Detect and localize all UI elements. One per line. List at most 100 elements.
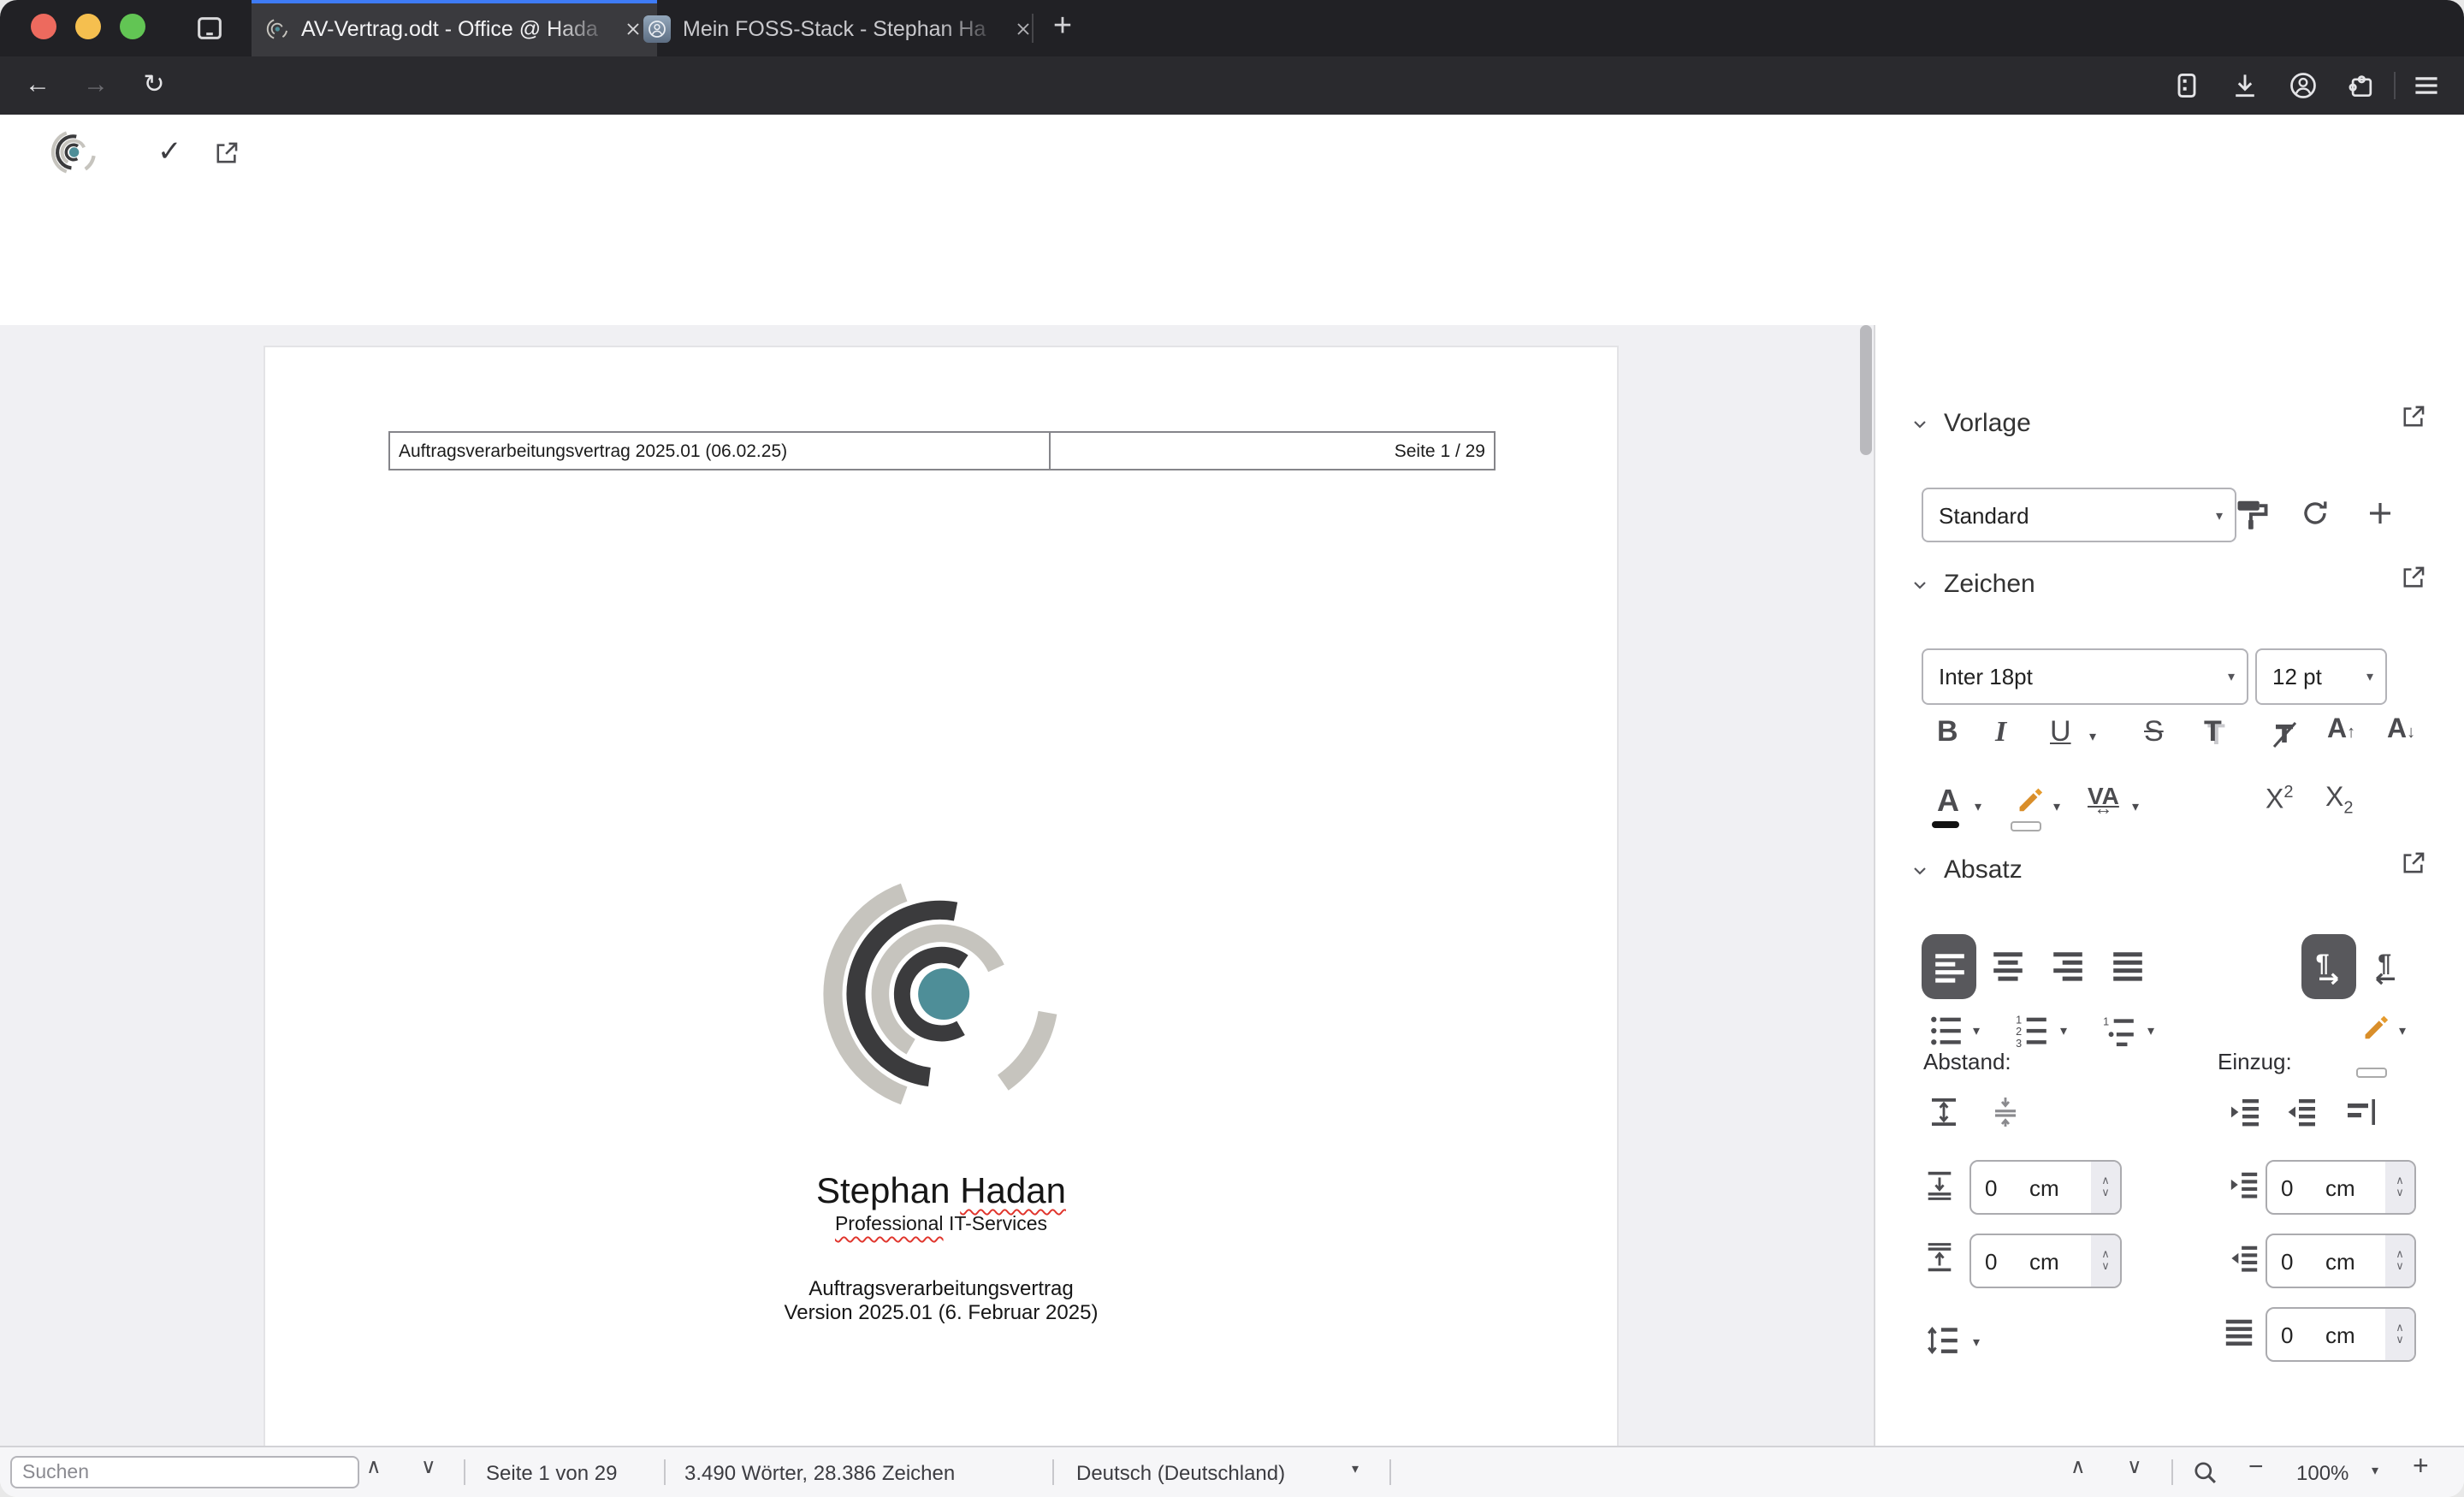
- sidebar-paragraph-rtl-button[interactable]: [2366, 948, 2404, 985]
- increase-spacing-button[interactable]: [1927, 1095, 1961, 1129]
- line-spacing-caret[interactable]: ▾: [1973, 1334, 1980, 1350]
- sidebar-subscript-button[interactable]: X2: [2325, 784, 2353, 818]
- language-caret[interactable]: ▾: [1352, 1461, 1359, 1476]
- paragraph-style-combobox[interactable]: Standard ▾: [1922, 488, 2236, 542]
- sidebar-align-right-button[interactable]: [2050, 948, 2086, 984]
- sidebar-numbered-list-button[interactable]: [2014, 1013, 2050, 1049]
- step-up[interactable]: ∧: [2396, 1249, 2404, 1261]
- back-button[interactable]: ←: [17, 65, 58, 106]
- browser-tab-active[interactable]: AV-Vertrag.odt - Office @ Hada: [252, 0, 657, 56]
- tab-overview-button[interactable]: [193, 12, 226, 44]
- account-button[interactable]: [2283, 65, 2324, 106]
- document-search-input[interactable]: [10, 1456, 359, 1488]
- spacing-caret[interactable]: ▾: [2132, 799, 2139, 814]
- outline-list-caret[interactable]: ▾: [2147, 1023, 2154, 1038]
- zoom-reset-button[interactable]: [2190, 1458, 2219, 1487]
- extensions-button[interactable]: [2341, 65, 2382, 106]
- highlight-caret[interactable]: ▾: [2053, 799, 2060, 814]
- sidebar-bullet-list-button[interactable]: [1928, 1013, 1964, 1049]
- search-previous-button[interactable]: ∧: [366, 1454, 382, 1478]
- zoom-level[interactable]: 100%: [2296, 1461, 2348, 1485]
- zeichen-detach-button[interactable]: [2399, 563, 2428, 592]
- zoom-out-button[interactable]: −: [2248, 1453, 2264, 1482]
- sidebar-line-spacing-button[interactable]: [1925, 1322, 1961, 1358]
- previous-page-button[interactable]: ∧: [2070, 1454, 2086, 1478]
- save-status-button[interactable]: ✓: [157, 135, 182, 169]
- step-down[interactable]: ∨: [2396, 1334, 2404, 1346]
- zoom-caret[interactable]: ▾: [2372, 1463, 2378, 1478]
- spin-stepper[interactable]: ∧ ∨: [2091, 1162, 2120, 1213]
- spin-stepper[interactable]: ∧ ∨: [2385, 1309, 2414, 1360]
- word-count-status[interactable]: 3.490 Wörter, 28.386 Zeichen: [684, 1461, 955, 1485]
- indent-before-spinbox[interactable]: 0 cm ∧ ∨: [2266, 1160, 2416, 1215]
- paragraph-background-caret[interactable]: ▾: [2399, 1023, 2406, 1038]
- absatz-detach-button[interactable]: [2399, 849, 2428, 878]
- sp-value[interactable]: 0: [2267, 1248, 2325, 1274]
- paragraph-background-button[interactable]: [2358, 1009, 2390, 1042]
- sidebar-clear-format-button[interactable]: [2267, 717, 2301, 751]
- underline-caret[interactable]: ▾: [2089, 729, 2096, 744]
- document-page[interactable]: Auftragsverarbeitungsvertrag 2025.01 (06…: [265, 347, 1617, 1446]
- sp-value[interactable]: 0: [1971, 1175, 2029, 1200]
- forward-button[interactable]: →: [75, 65, 116, 106]
- spin-stepper[interactable]: ∧ ∨: [2385, 1235, 2414, 1287]
- step-down[interactable]: ∨: [2101, 1261, 2110, 1273]
- window-zoom-button[interactable]: [120, 14, 145, 39]
- page-status[interactable]: Seite 1 von 29: [486, 1461, 617, 1485]
- indent-after-spinbox[interactable]: 0 cm ∧ ∨: [2266, 1234, 2416, 1288]
- container-panel-button[interactable]: [2166, 65, 2207, 106]
- section-zeichen-header[interactable]: Zeichen: [1910, 570, 2035, 599]
- sidebar-font-size-combobox[interactable]: 12 pt ▾: [2255, 648, 2387, 705]
- sidebar-spacing-button[interactable]: VA ↔: [2088, 782, 2119, 819]
- sidebar-shadow-button[interactable]: T: [2204, 715, 2222, 749]
- sidebar-increase-indent-button[interactable]: [2228, 1095, 2262, 1129]
- sp-value[interactable]: 0: [2267, 1322, 2325, 1347]
- tab-close-button[interactable]: [1013, 18, 1034, 38]
- section-absatz-header[interactable]: Absatz: [1910, 855, 2023, 885]
- step-up[interactable]: ∧: [2396, 1322, 2404, 1334]
- spacing-below-spinbox[interactable]: 0 cm ∧ ∨: [1969, 1234, 2122, 1288]
- first-line-indent-spinbox[interactable]: 0 cm ∧ ∨: [2266, 1307, 2416, 1362]
- spin-stepper[interactable]: ∧ ∨: [2091, 1235, 2120, 1287]
- reload-button[interactable]: ↻: [133, 65, 175, 106]
- spin-stepper[interactable]: ∧ ∨: [2385, 1162, 2414, 1213]
- sidebar-paragraph-ltr-button-active[interactable]: [2301, 934, 2356, 999]
- sidebar-justify-button[interactable]: [2110, 948, 2146, 984]
- sidebar-decrease-indent-button[interactable]: [2284, 1095, 2319, 1129]
- sidebar-underline-button[interactable]: U: [2050, 715, 2071, 749]
- zoom-in-button[interactable]: +: [2413, 1453, 2429, 1483]
- spacing-above-spinbox[interactable]: 0 cm ∧ ∨: [1969, 1160, 2122, 1215]
- hanging-indent-button[interactable]: [2344, 1095, 2378, 1129]
- next-page-button[interactable]: ∨: [2127, 1454, 2142, 1478]
- sidebar-shrink-font-button[interactable]: A↓: [2387, 715, 2415, 746]
- vorlage-detach-button[interactable]: [2399, 402, 2428, 431]
- sidebar-superscript-button[interactable]: X2: [2266, 784, 2293, 817]
- new-tab-button[interactable]: +: [1039, 3, 1087, 51]
- app-menu-button[interactable]: [2406, 65, 2447, 106]
- sp-value[interactable]: 0: [1971, 1248, 2029, 1274]
- sidebar-font-color-button[interactable]: A: [1937, 784, 1959, 820]
- sp-value[interactable]: 0: [2267, 1175, 2325, 1200]
- step-up[interactable]: ∧: [2396, 1175, 2404, 1187]
- step-up[interactable]: ∧: [2101, 1249, 2110, 1261]
- search-next-button[interactable]: ∨: [421, 1454, 436, 1478]
- sidebar-italic-button[interactable]: I: [1995, 715, 2006, 749]
- sidebar-highlight-button[interactable]: [2012, 782, 2045, 814]
- open-in-new-window-button[interactable]: [212, 139, 241, 168]
- sidebar-strikethrough-button[interactable]: S: [2144, 715, 2164, 749]
- window-minimize-button[interactable]: [75, 14, 101, 39]
- window-close-button[interactable]: [31, 14, 56, 39]
- decrease-spacing-button[interactable]: [1988, 1095, 2023, 1129]
- sidebar-font-name-combobox[interactable]: Inter 18pt ▾: [1922, 648, 2248, 705]
- step-up[interactable]: ∧: [2101, 1175, 2110, 1187]
- new-style-button[interactable]: [2363, 496, 2397, 530]
- sidebar-bold-button[interactable]: B: [1937, 715, 1958, 749]
- sidebar-grow-font-button[interactable]: A↑: [2327, 715, 2355, 746]
- clone-style-button[interactable]: [2233, 494, 2271, 532]
- browser-tab-inactive[interactable]: Mein FOSS-Stack - Stephan Ha: [630, 0, 1047, 56]
- font-color-caret[interactable]: ▾: [1975, 799, 1981, 814]
- step-down[interactable]: ∨: [2396, 1261, 2404, 1273]
- vertical-scrollbar[interactable]: [1860, 325, 1872, 455]
- step-down[interactable]: ∨: [2101, 1187, 2110, 1199]
- step-down[interactable]: ∨: [2396, 1187, 2404, 1199]
